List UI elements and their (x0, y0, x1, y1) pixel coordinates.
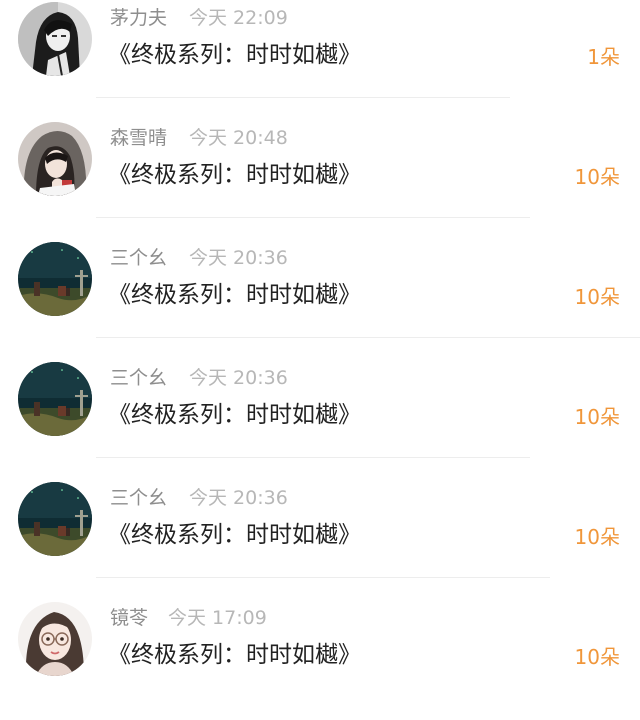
timestamp: 今天 20:36 (189, 367, 288, 389)
username[interactable]: 三个幺 (110, 486, 167, 510)
list-item[interactable]: 三个幺 今天 20:36 《终极系列：时时如樾》 10朵 (0, 360, 640, 480)
gift-count: 1朵 (587, 45, 620, 69)
list-item[interactable]: 茅力夫 今天 22:09 《终极系列：时时如樾》 1朵 (0, 0, 640, 120)
timestamp: 今天 20:48 (189, 127, 288, 149)
dark-portrait-avatar[interactable] (18, 2, 92, 76)
username[interactable]: 镜苓 (110, 606, 148, 630)
book-title[interactable]: 《终极系列：时时如樾》 (108, 640, 361, 670)
gift-count: 10朵 (574, 405, 620, 429)
divider (96, 97, 510, 98)
gift-record-list: 茅力夫 今天 22:09 《终极系列：时时如樾》 1朵 森雪晴 今天 20:48… (0, 0, 640, 698)
timestamp: 今天 22:09 (189, 7, 288, 29)
book-title[interactable]: 《终极系列：时时如樾》 (108, 520, 361, 550)
username[interactable]: 森雪晴 (110, 126, 167, 150)
timestamp: 今天 17:09 (168, 607, 267, 629)
list-item[interactable]: 三个幺 今天 20:36 《终极系列：时时如樾》 10朵 (0, 480, 640, 600)
divider (96, 217, 530, 218)
book-title[interactable]: 《终极系列：时时如樾》 (108, 160, 361, 190)
hooded-girl-avatar[interactable] (18, 122, 92, 196)
night-landscape-avatar[interactable] (18, 242, 92, 316)
username[interactable]: 三个幺 (110, 366, 167, 390)
timestamp: 今天 20:36 (189, 247, 288, 269)
divider (96, 457, 530, 458)
timestamp: 今天 20:36 (189, 487, 288, 509)
night-landscape-avatar[interactable] (18, 482, 92, 556)
night-landscape-avatar[interactable] (18, 362, 92, 436)
book-title[interactable]: 《终极系列：时时如樾》 (108, 400, 361, 430)
gift-count: 10朵 (574, 165, 620, 189)
username[interactable]: 茅力夫 (110, 6, 167, 30)
list-item[interactable]: 三个幺 今天 20:36 《终极系列：时时如樾》 10朵 (0, 240, 640, 360)
username[interactable]: 三个幺 (110, 246, 167, 270)
gift-count: 10朵 (574, 525, 620, 549)
book-title[interactable]: 《终极系列：时时如樾》 (108, 40, 361, 70)
book-title[interactable]: 《终极系列：时时如樾》 (108, 280, 361, 310)
gift-count: 10朵 (574, 645, 620, 669)
gift-count: 10朵 (574, 285, 620, 309)
glasses-girl-avatar[interactable] (18, 602, 92, 676)
list-item[interactable]: 镜苓 今天 17:09 《终极系列：时时如樾》 10朵 (0, 600, 640, 720)
divider (96, 577, 550, 578)
list-item[interactable]: 森雪晴 今天 20:48 《终极系列：时时如樾》 10朵 (0, 120, 640, 240)
divider (96, 337, 640, 338)
